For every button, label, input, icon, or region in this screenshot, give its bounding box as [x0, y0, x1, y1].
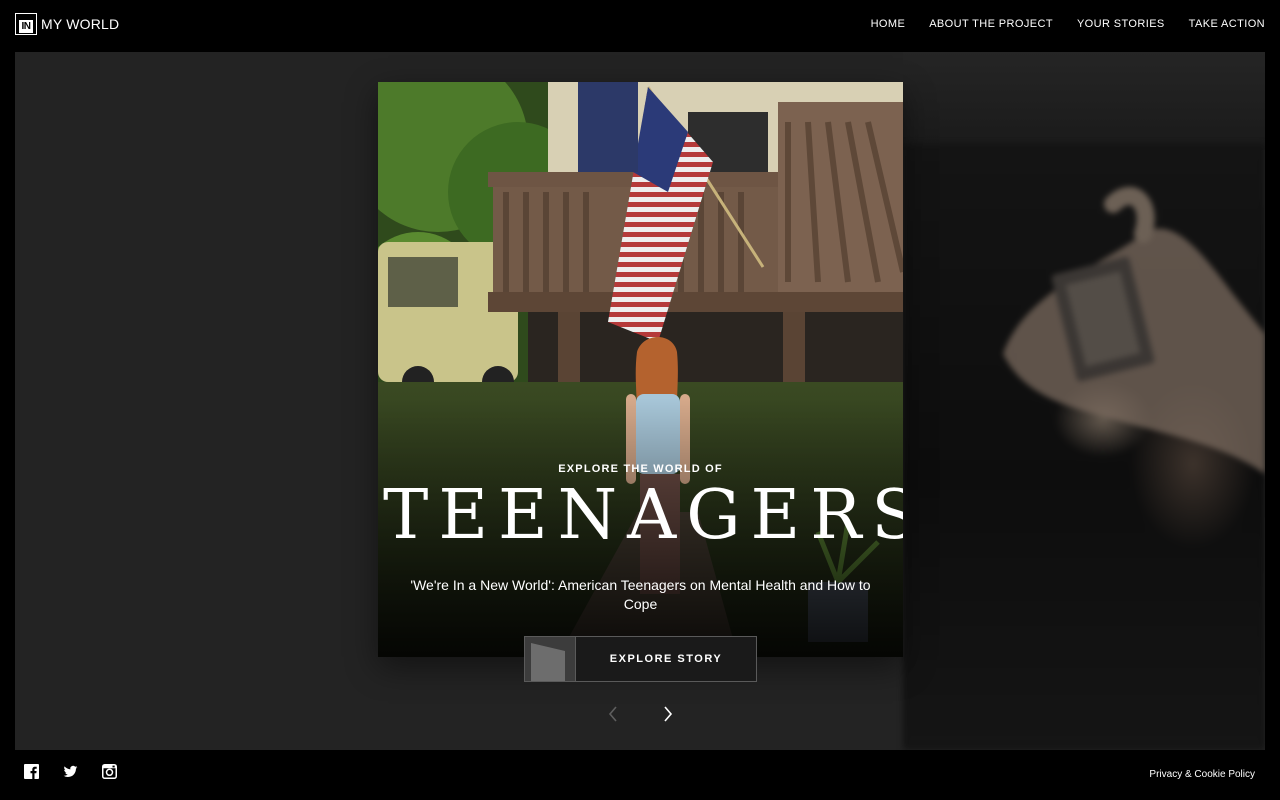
chevron-right-icon[interactable]: [658, 704, 678, 724]
facebook-icon[interactable]: [24, 764, 39, 779]
hand-holding-photo-image: [1003, 187, 1265, 474]
slide-eyebrow: EXPLORE THE WORLD OF: [558, 463, 723, 475]
story-photo: [378, 82, 903, 657]
twitter-icon[interactable]: [63, 764, 78, 779]
story-thumbnail: [525, 637, 576, 681]
site-header: IN MY WORLD HOME ABOUT THE PROJECT YOUR …: [0, 0, 1280, 52]
privacy-policy-link[interactable]: Privacy & Cookie Policy: [1149, 769, 1255, 780]
logo-mark-icon: IN: [15, 13, 37, 35]
site-footer: Privacy & Cookie Policy: [0, 750, 1280, 800]
slide-title: TEENAGERS: [383, 476, 903, 555]
story-card: EXPLORE THE WORLD OF TEENAGERS 'We're In…: [378, 82, 903, 657]
nav-take-action[interactable]: TAKE ACTION: [1189, 18, 1265, 30]
slide-subtitle: 'We're In a New World': American Teenage…: [410, 577, 871, 612]
nav-about-the-project[interactable]: ABOUT THE PROJECT: [929, 18, 1053, 30]
nav-home[interactable]: HOME: [871, 18, 906, 30]
instagram-icon[interactable]: [102, 764, 117, 779]
explore-story-button[interactable]: EXPLORE STORY: [524, 636, 757, 682]
logo-mark-text: IN: [19, 20, 33, 33]
site-logo[interactable]: IN MY WORLD: [15, 13, 119, 35]
nav-your-stories[interactable]: YOUR STORIES: [1077, 18, 1165, 30]
explore-story-label: EXPLORE STORY: [609, 653, 723, 665]
main-nav: HOME ABOUT THE PROJECT YOUR STORIES TAKE…: [871, 18, 1265, 30]
chevron-left-icon[interactable]: [603, 704, 623, 724]
social-links: [24, 764, 117, 779]
story-carousel: EXPLORE THE WORLD OF TEENAGERS 'We're In…: [15, 52, 1265, 750]
logo-text: MY WORLD: [41, 16, 120, 32]
next-slide-preview[interactable]: [903, 144, 1265, 750]
next-slide-top: [903, 52, 1265, 150]
